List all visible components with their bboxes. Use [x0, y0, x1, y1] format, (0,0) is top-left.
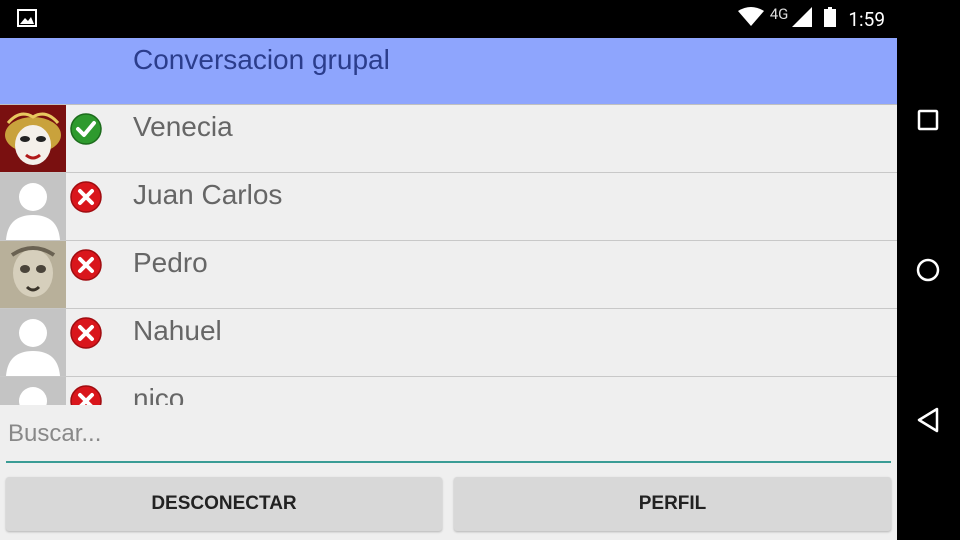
navigation-bar — [897, 38, 960, 540]
home-circle-icon[interactable] — [911, 253, 945, 287]
clock: 1:59 — [848, 7, 885, 31]
battery-icon — [824, 7, 837, 31]
contact-row[interactable]: Juan Carlos — [0, 173, 897, 241]
avatar — [0, 105, 66, 172]
wifi-icon — [737, 7, 764, 31]
contact-name: Pedro — [133, 247, 208, 278]
avatar — [0, 377, 66, 405]
contact-name: Venecia — [133, 111, 233, 142]
group-chat-title: Conversacion grupal — [133, 44, 390, 75]
avatar — [0, 309, 66, 376]
network-type-label: 4G — [769, 5, 789, 23]
avatar — [0, 241, 66, 308]
app-content: Conversacion grupal Venecia Juan Carlos … — [0, 38, 897, 540]
search-field[interactable] — [6, 406, 891, 463]
contact-list[interactable]: Venecia Juan Carlos Pedro Nahuel nico — [0, 105, 897, 405]
contact-row[interactable]: Nahuel — [0, 309, 897, 377]
cell-signal-icon — [792, 7, 813, 31]
contact-name: Nahuel — [133, 315, 222, 346]
offline-x-icon — [70, 317, 102, 349]
contact-name: nico — [133, 383, 185, 405]
status-bar: 4G 1:59 — [0, 0, 960, 38]
avatar — [0, 173, 66, 240]
contact-name: Juan Carlos — [133, 179, 283, 210]
back-triangle-icon[interactable] — [911, 403, 945, 437]
offline-x-icon — [70, 249, 102, 281]
group-chat-row[interactable]: Conversacion grupal — [0, 38, 897, 105]
offline-x-icon — [70, 181, 102, 213]
disconnect-button[interactable]: DESCONECTAR — [6, 477, 442, 531]
search-input[interactable] — [6, 406, 891, 461]
image-notification-icon — [17, 9, 37, 31]
offline-x-icon — [70, 385, 102, 405]
online-check-icon — [70, 113, 102, 145]
contact-row[interactable]: Venecia — [0, 105, 897, 173]
recents-square-icon[interactable] — [911, 103, 945, 137]
profile-button[interactable]: PERFIL — [454, 477, 891, 531]
contact-row[interactable]: Pedro — [0, 241, 897, 309]
contact-row[interactable]: nico — [0, 377, 897, 405]
